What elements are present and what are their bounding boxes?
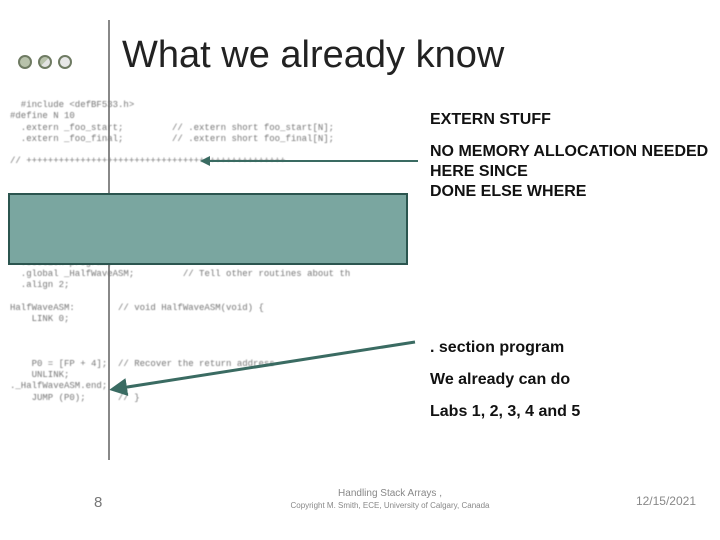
slide: What we already know #include <defBF533.… [0, 0, 720, 540]
code-line: LINK 0; [10, 314, 69, 324]
arrow-icon [208, 160, 418, 162]
no-memory-label: NO MEMORY ALLOCATION NEEDED HERE SINCE D… [430, 142, 710, 202]
bullet-icon [18, 55, 32, 69]
code-line: HalfWaveASM: // void HalfWaveASM(void) { [10, 303, 264, 313]
code-line: UNLINK; [10, 370, 69, 380]
title-bullets [18, 55, 72, 69]
code-line: .extern _foo_start; [10, 123, 123, 133]
code-block: #include <defBF533.h> #define N 10 .exte… [10, 100, 420, 470]
bullet-icon [58, 55, 72, 69]
code-line: // Tell other routines about th [183, 269, 350, 279]
annotation-column: EXTERN STUFF NO MEMORY ALLOCATION NEEDED… [430, 110, 710, 214]
code-line: JUMP (P0); // } [10, 393, 140, 403]
code-line: // .extern short foo_final[N]; [172, 134, 334, 144]
footer-date: 12/15/2021 [636, 494, 696, 508]
code-line: .extern _foo_final; [10, 134, 123, 144]
footer-copy-line: Handling Stack Arrays , [338, 488, 442, 499]
code-line: // .extern short foo_start[N]; [172, 123, 334, 133]
highlight-box [8, 193, 408, 265]
code-line: #define N 10 [10, 111, 75, 121]
code-line: #include <defBF533.h> [10, 100, 134, 110]
we-already-label: We already can do [430, 370, 570, 390]
code-line: P0 = [FP + 4]; // Recover the return add… [10, 359, 275, 369]
extern-label: EXTERN STUFF [430, 110, 710, 130]
footer: 8 Handling Stack Arrays , Copyright M. S… [0, 488, 720, 522]
page-number: 8 [94, 494, 102, 511]
labs-label: Labs 1, 2, 3, 4 and 5 [430, 402, 580, 422]
footer-copyright: Handling Stack Arrays , Copyright M. Smi… [240, 488, 540, 512]
code-line: .global _HalfWaveASM; [10, 269, 134, 279]
bullet-icon [38, 55, 52, 69]
footer-copy-line: Copyright M. Smith, ECE, University of C… [290, 501, 489, 510]
section-program-label: . section program [430, 338, 564, 358]
code-line: ._HalfWaveASM.end; [10, 381, 107, 391]
page-title: What we already know [122, 34, 504, 77]
code-line: .align 2; [10, 280, 69, 290]
